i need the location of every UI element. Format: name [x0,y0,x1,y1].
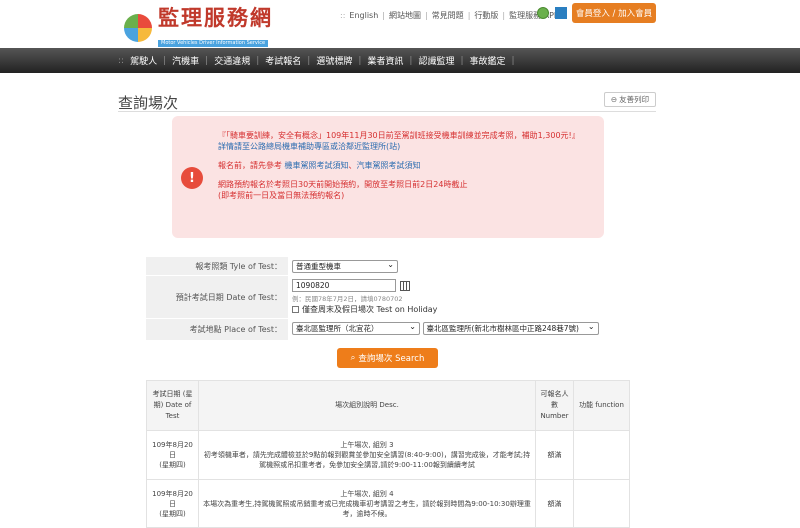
test-type-label: 報考照類 Tyle of Test： [146,257,288,275]
notice-subsidy: 『「騎車要訓練，安全有概念」109年11月30日前至駕訓班接受機車訓練並完成考照… [218,131,580,140]
car-exam-guide-link[interactable]: 汽車駕照考試須知 [357,161,421,170]
title-divider [118,111,656,112]
qr-code-icon[interactable] [555,7,567,19]
test-station-select[interactable]: 臺北區監理所(新北市樹林區中正路248巷7號) [422,321,599,335]
search-button[interactable]: ⌕ 查詢場次 Search [337,348,438,368]
logo-emblem-icon [124,13,152,42]
link-english[interactable]: English [349,11,378,20]
table-row: 109年8月20日 (星期四) 上午場次, 組別 4 本場次為重考生,持駕機駕照或吊… [146,479,630,528]
top-links: :: English | 網站地圖 | 常見問題 | 行動版 | 監理服務 AP… [340,10,559,21]
search-icon: ⌕ [350,353,356,363]
row-date: 109年8月20日 (星期四) [146,479,199,528]
row-number: 額滿 [535,430,574,480]
row-desc-title: 上午場次, 組別 3 [340,441,394,449]
link-mobile[interactable]: 行動版 [474,10,498,21]
col-function: 功能 function [573,380,630,431]
site-header: 監理服務網 Motor Vehicles Driver Information … [0,0,800,48]
row-function [573,430,630,480]
link-faq[interactable]: 常見問題 [432,10,464,21]
row-number: 額滿 [535,479,574,528]
row-date-value: 109年8月20日 [152,441,193,459]
print-button[interactable]: ⊖ 友善列印 [604,92,656,107]
row-weekday: (星期四) [159,509,186,518]
row-function [573,479,630,528]
row-weekday: (星期四) [159,461,186,469]
holiday-label: 僅查周末及假日場次 Test on Holiday [302,305,438,314]
date-format-hint: 例：民國78年7月2日，請填0780702 [292,295,403,303]
search-form: 報考照類 Tyle of Test： 普通重型機車 預計考試日期 Date of… [146,257,630,341]
notice-box: ! 『「騎車要訓練，安全有概念」109年11月30日前至駕訓班接受機車訓練並完成… [172,116,604,238]
sessions-table: 考試日期 (星期) Date of Test 場次組別說明 Desc. 可報名人… [146,380,630,528]
row-desc: 上午場次, 組別 3 初考領機車者，請先完成體檢並於9點前報到觀賞並參加安全講習(… [198,430,536,480]
nav-item-plate-selection[interactable]: 選號標牌 [310,54,358,67]
test-place-label: 考試地點 Place of Test： [146,319,288,340]
search-button-label: 查詢場次 Search [358,354,425,364]
row-desc-title: 上午場次, 組別 4 [340,489,394,498]
row-desc-body: 本場次為重考生,持駕機駕照或吊銷重考或已完成機車初考講習之考生，請於報到時間為9… [203,499,531,518]
test-date-label: 預計考試日期 Date of Test： [146,276,288,318]
nav-item-accident[interactable]: 事故鑑定 [464,54,512,67]
print-icon: ⊖ [610,95,618,104]
motorcycle-exam-guide-link[interactable]: 機車駕照考試須知 [285,161,349,170]
nav-item-about[interactable]: 認識監理 [412,54,460,67]
notice-reference-prefix: 報名前，請先參考 [218,161,282,170]
test-region-select[interactable]: 臺北區監理所（北宜花） [292,321,420,335]
row-date: 109年8月20日 (星期四) [146,430,199,480]
main-nav: :: 駕駛人 | 汽機車 | 交通違規 | 考試報名 | 選號標牌 | 業者資訊 | 認識監… [0,48,800,73]
row-date-value: 109年8月20日 [152,489,193,508]
print-label: 友善列印 [619,95,650,104]
col-date: 考試日期 (星期) Date of Test [146,380,199,431]
nav-item-driver[interactable]: 駕駛人 [124,54,163,67]
test-date-input[interactable]: 1090820 [292,279,396,292]
col-number: 可報名人數 Number [535,380,574,431]
logo-subtitle: Motor Vehicles Driver Information Servic… [158,40,269,47]
notice-booking-note: (即考照前一日及當日無法預約報名) [218,191,345,200]
nav-item-violation[interactable]: 交通違規 [208,54,256,67]
row-desc: 上午場次, 組別 4 本場次為重考生,持駕機駕照或吊銷重考或已完成機車初考講習之考… [198,479,536,528]
notice-booking-window: 網路預約報名於考照日30天前開始預約，開放至考照日前2日24時截止 [218,180,468,189]
warning-icon: ! [181,167,203,189]
notice-separator: 、 [348,161,357,170]
login-button[interactable]: 會員登入 / 加入會員 [572,3,656,23]
link-sitemap[interactable]: 網站地圖 [389,10,421,21]
globe-icon[interactable] [537,7,549,19]
nav-item-exam-registration[interactable]: 考試報名 [259,54,307,67]
notice-subsidy-link[interactable]: 詳情請至公路總局機車補助專區或洽鄰近監理所(站) [218,141,596,152]
site-logo[interactable]: 監理服務網 Motor Vehicles Driver Information … [124,7,273,48]
col-desc: 場次組別說明 Desc. [198,380,536,431]
test-type-select[interactable]: 普通重型機車 [292,259,398,273]
holiday-checkbox[interactable] [292,306,299,313]
nav-item-business-info[interactable]: 業者資訊 [361,54,409,67]
row-desc-body: 初考領機車者，請先完成體檢並於9點前報到觀賞並參加安全講習(8:40-9:00)… [203,451,531,469]
logo-title: 監理服務網 [158,5,273,30]
nav-item-vehicle[interactable]: 汽機車 [166,54,205,67]
table-row: 109年8月20日 (星期四) 上午場次, 組別 3 初考領機車者，請先完成體檢並於… [146,430,630,480]
page-title: 查詢場次 [118,94,179,112]
calendar-icon[interactable] [400,280,410,291]
